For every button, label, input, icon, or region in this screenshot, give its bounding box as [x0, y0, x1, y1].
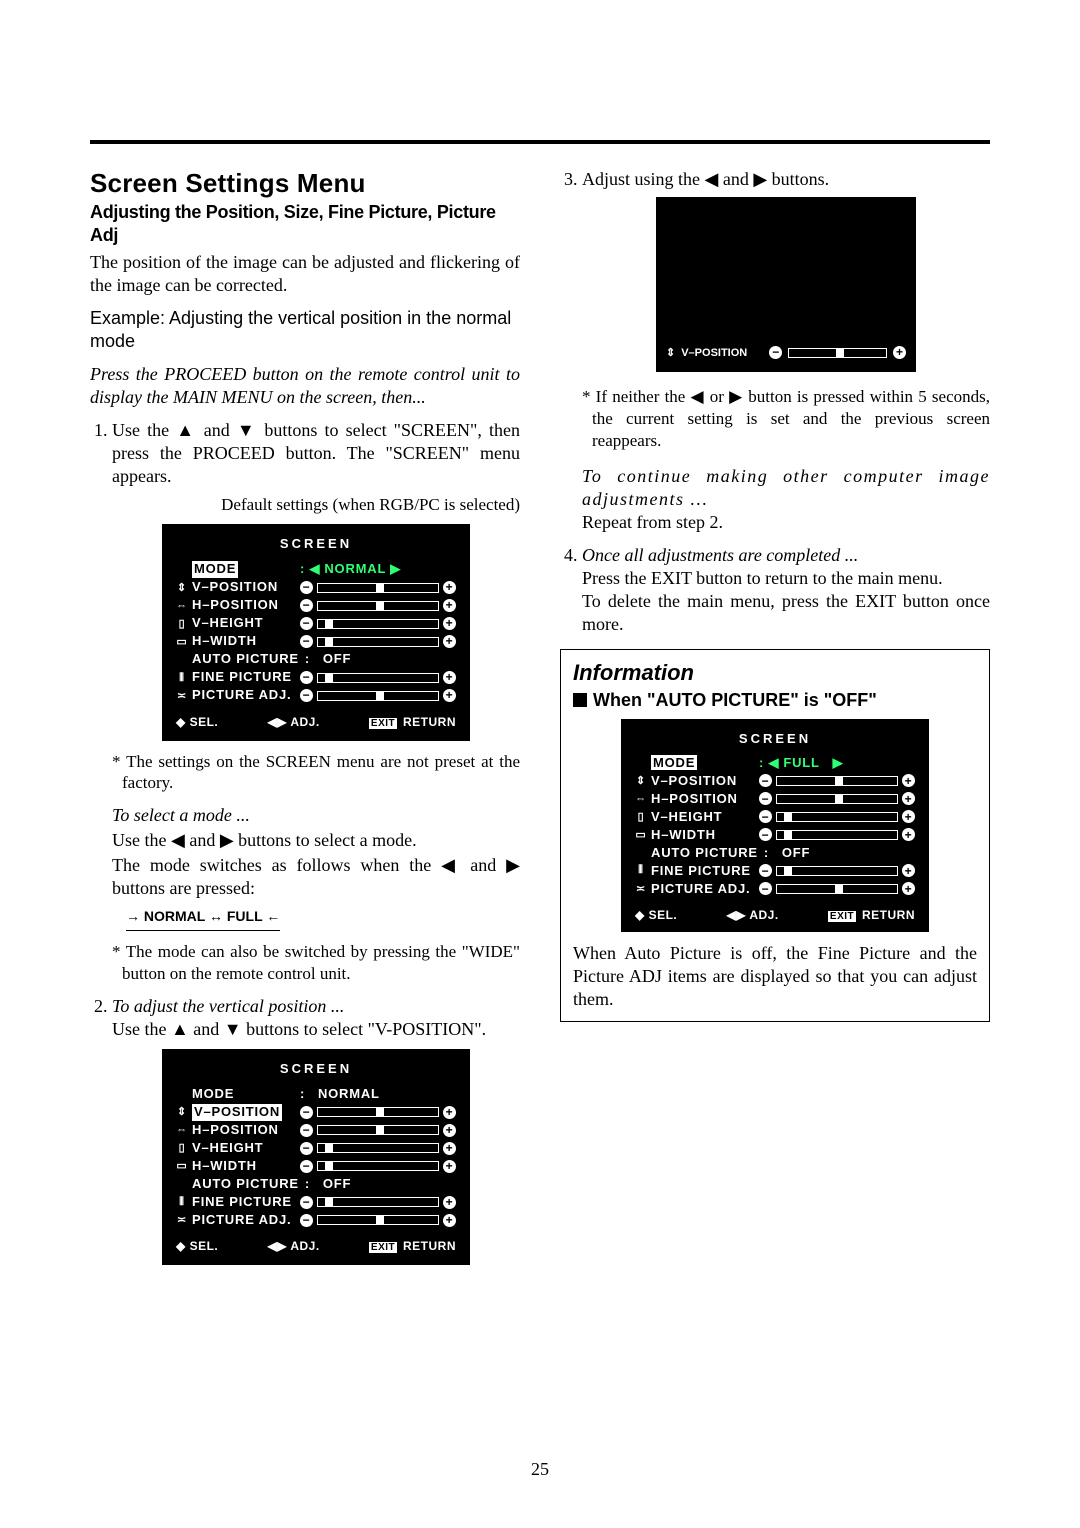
- square-bullet-icon: [573, 693, 587, 707]
- press-proceed: Press the PROCEED button on the remote c…: [90, 363, 520, 409]
- preview-bar: [788, 348, 887, 358]
- osd-row-finepic: ⫴FINE PICTURE −+: [176, 669, 456, 687]
- left-column: Screen Settings Menu Adjusting the Posit…: [90, 168, 520, 1275]
- vheight-icon: ▯: [176, 1141, 188, 1155]
- preview-strip: ⇕ V–POSITION − +: [666, 346, 906, 360]
- step-2: To adjust the vertical position ... Use …: [112, 995, 520, 1265]
- mode-cycle: → NORMAL ↔ FULL ←: [126, 906, 280, 931]
- subheading: Adjusting the Position, Size, Fine Pictu…: [90, 201, 520, 247]
- osd-footer: ◆ SEL. ◀▶ ADJ. EXIT RETURN: [176, 715, 456, 731]
- osd-row-hwidth: ▭H–WIDTH −+: [176, 633, 456, 651]
- osd-row-mode: MODE : ◀ NORMAL ▶: [176, 561, 456, 579]
- osd-row-vpos: ⇕V–POSITION −+: [176, 579, 456, 597]
- picadj-icon: ≍: [176, 689, 188, 703]
- vheight-icon: ▯: [176, 617, 188, 631]
- vposition-preview: ⇕ V–POSITION − +: [656, 197, 916, 372]
- example-label: Example: Adjusting the vertical position…: [90, 307, 520, 353]
- step-1-text: Use the ▲ and ▼ buttons to select "SCREE…: [112, 419, 520, 488]
- two-column-layout: Screen Settings Menu Adjusting the Posit…: [90, 168, 990, 1275]
- intro-paragraph: The position of the image can be adjuste…: [90, 251, 520, 297]
- footer-sel: ◆ SEL.: [176, 715, 218, 731]
- manual-page: Screen Settings Menu Adjusting the Posit…: [0, 0, 1080, 1528]
- step-2-title: To adjust the vertical position ...: [112, 996, 344, 1016]
- picadj-icon: ≍: [176, 1213, 188, 1227]
- step-4-title: Once all adjustments are completed ...: [582, 545, 858, 565]
- step-3-text: Adjust using the ◀ and ▶ buttons.: [582, 169, 829, 189]
- to-select-mode: To select a mode ...: [112, 804, 520, 827]
- plus-icon: +: [443, 581, 456, 594]
- step-4-body1: Press the EXIT button to return to the m…: [582, 568, 943, 588]
- hwidth-icon: ▭: [176, 635, 188, 649]
- triangle-right-icon: ▶: [390, 561, 401, 578]
- footer-return: EXIT RETURN: [369, 715, 456, 731]
- info-body: When Auto Picture is off, the Fine Pictu…: [573, 942, 977, 1011]
- osd-mode-label: MODE: [192, 561, 238, 578]
- osd-screen-menu-3: SCREEN MODE : ◀ FULL ▶ ⇕V–POSITION −+ ⇔H…: [621, 719, 929, 932]
- info-subheading: When "AUTO PICTURE" is "OFF": [573, 690, 977, 711]
- steps-list-right: Adjust using the ◀ and ▶ buttons. ⇕ V–PO…: [560, 168, 990, 637]
- osd-row-autopic: AUTO PICTURE : OFF: [176, 651, 456, 669]
- continue-label: To continue making other computer image …: [582, 465, 990, 511]
- info-heading: Information: [573, 660, 977, 686]
- steps-list: Use the ▲ and ▼ buttons to select "SCREE…: [90, 419, 520, 1265]
- step-4-body2: To delete the main menu, press the EXIT …: [582, 590, 990, 636]
- section-heading: Screen Settings Menu: [90, 168, 520, 199]
- footer-adj: ◀▶ ADJ.: [267, 715, 319, 731]
- vpos-icon: ⇕: [666, 346, 675, 360]
- preview-label: V–POSITION: [681, 346, 747, 360]
- hpos-icon: ⇔: [176, 599, 188, 613]
- plus-icon: +: [893, 346, 906, 359]
- osd-row-hpos: ⇔H–POSITION −+: [176, 597, 456, 615]
- finepic-icon: ⫴: [176, 1195, 188, 1209]
- right-column: Adjust using the ◀ and ▶ buttons. ⇕ V–PO…: [560, 168, 990, 1275]
- mode-switch-sentence: The mode switches as follows when the ◀ …: [112, 854, 520, 900]
- osd-screen-menu-2: SCREEN MODE : NORMAL ⇕V–POSITION −+ ⇔H–P…: [162, 1049, 470, 1265]
- finepic-icon: ⫴: [176, 671, 188, 685]
- hwidth-icon: ▭: [176, 1159, 188, 1173]
- minus-icon: −: [769, 346, 782, 359]
- step-3: Adjust using the ◀ and ▶ buttons. ⇕ V–PO…: [582, 168, 990, 534]
- default-settings-label: Default settings (when RGB/PC is selecte…: [112, 494, 520, 516]
- osd-mode-value: NORMAL: [324, 561, 386, 578]
- timeout-note: * If neither the ◀ or ▶ button is presse…: [592, 386, 990, 451]
- wide-note: * The mode can also be switched by press…: [122, 941, 520, 985]
- triangle-left-icon: : ◀: [300, 561, 320, 578]
- use-lr-mode: Use the ◀ and ▶ buttons to select a mode…: [112, 829, 520, 852]
- osd-screen-menu-1: SCREEN MODE : ◀ NORMAL ▶ ⇕V–POSITION −+ …: [162, 524, 470, 740]
- osd-row-vheight: ▯V–HEIGHT −+: [176, 615, 456, 633]
- hpos-icon: ⇔: [176, 1123, 188, 1137]
- top-rule: [90, 140, 990, 144]
- osd-row-picadj: ≍PICTURE ADJ. −+: [176, 687, 456, 705]
- minus-icon: −: [300, 581, 313, 594]
- repeat-step2: Repeat from step 2.: [582, 511, 990, 534]
- osd-title: SCREEN: [176, 536, 456, 553]
- step-2-body: Use the ▲ and ▼ buttons to select "V-POS…: [112, 1019, 486, 1039]
- information-box: Information When "AUTO PICTURE" is "OFF"…: [560, 649, 990, 1022]
- vpos-icon: ⇕: [176, 581, 188, 595]
- page-number: 25: [0, 1459, 1080, 1480]
- factory-note: * The settings on the SCREEN menu are no…: [122, 751, 520, 795]
- step-4: Once all adjustments are completed ... P…: [582, 544, 990, 636]
- vpos-icon: ⇕: [176, 1105, 188, 1119]
- step-1: Use the ▲ and ▼ buttons to select "SCREE…: [112, 419, 520, 984]
